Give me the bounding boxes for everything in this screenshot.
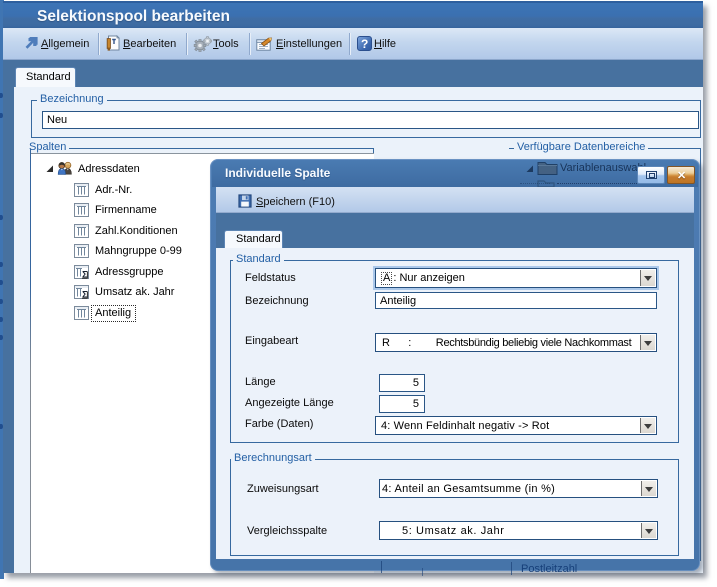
svg-text:Σ: Σ <box>82 269 88 279</box>
svg-text:Σ: Σ <box>82 289 88 299</box>
